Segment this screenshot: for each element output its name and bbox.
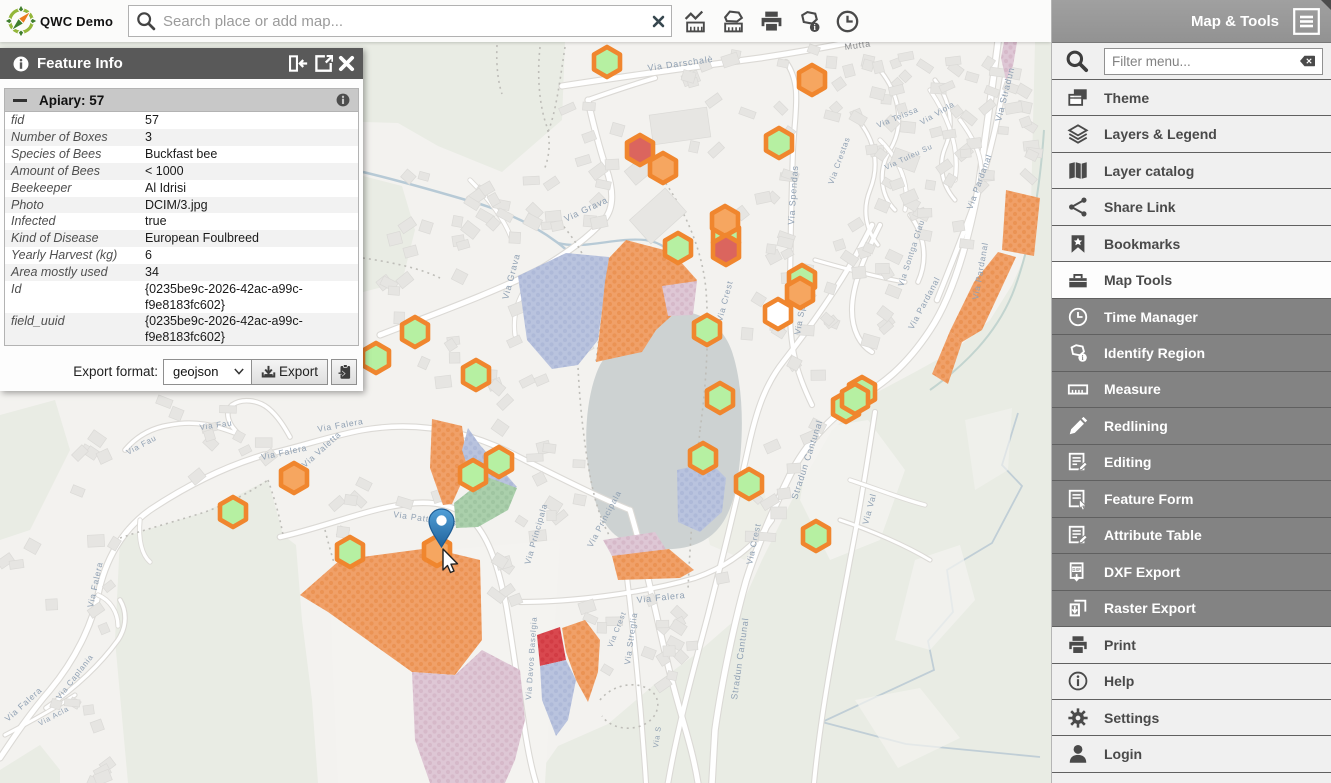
svg-text:DXF: DXF	[1072, 567, 1081, 572]
svg-text:i: i	[1082, 355, 1084, 362]
